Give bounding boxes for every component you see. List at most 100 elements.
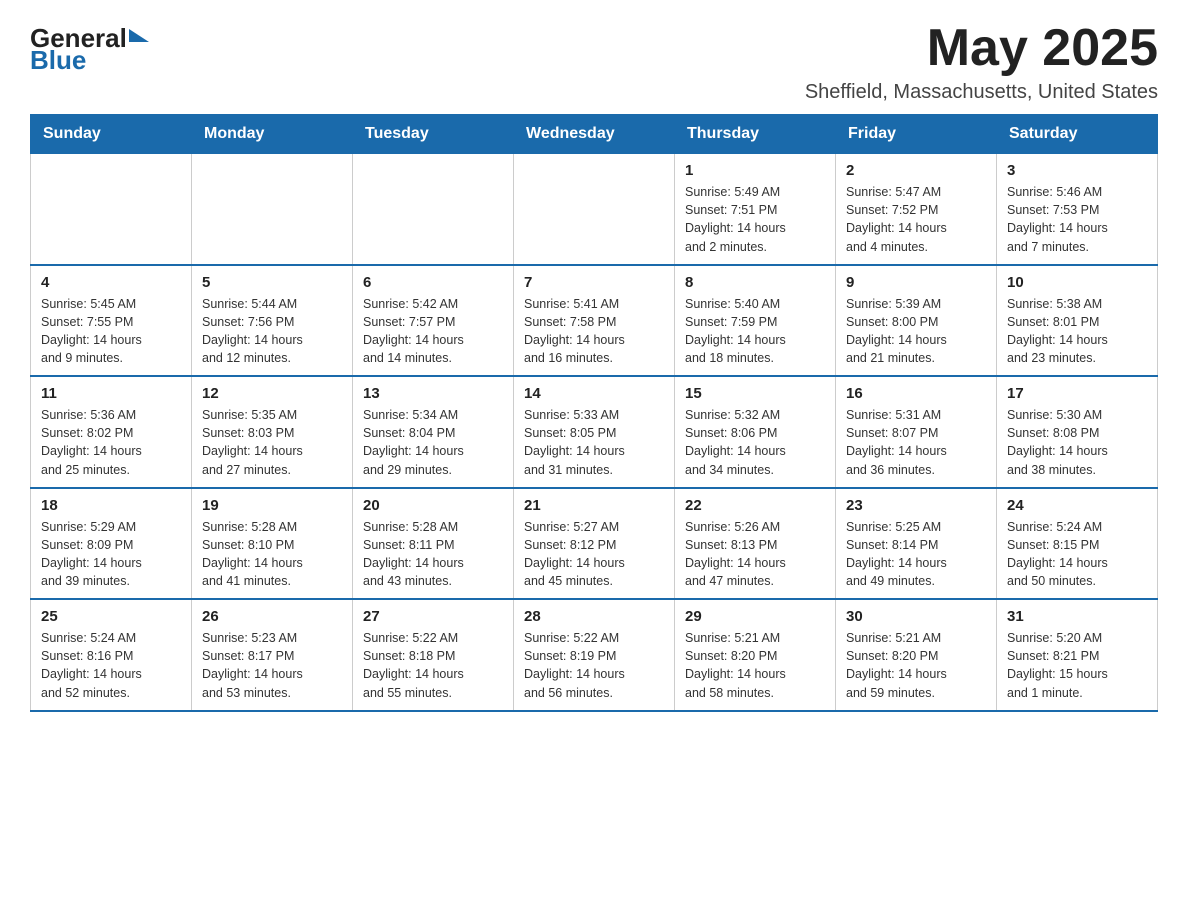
day-number: 30 (846, 608, 986, 625)
day-info: Sunrise: 5:49 AMSunset: 7:51 PMDaylight:… (685, 183, 825, 256)
calendar-week-3: 11 Sunrise: 5:36 AMSunset: 8:02 PMDayligh… (31, 376, 1158, 488)
calendar-day-27: 27 Sunrise: 5:22 AMSunset: 8:18 PMDayligh… (353, 599, 514, 711)
calendar-week-1: 1 Sunrise: 5:49 AMSunset: 7:51 PMDaylight… (31, 154, 1158, 265)
day-number: 11 (41, 385, 181, 402)
day-info: Sunrise: 5:41 AMSunset: 7:58 PMDaylight:… (524, 295, 664, 368)
day-number: 23 (846, 497, 986, 514)
page-header: General Blue May 2025 Sheffield, Massach… (30, 20, 1158, 104)
calendar-day-11: 11 Sunrise: 5:36 AMSunset: 8:02 PMDayligh… (31, 376, 192, 488)
calendar-day-28: 28 Sunrise: 5:22 AMSunset: 8:19 PMDayligh… (514, 599, 675, 711)
day-number: 15 (685, 385, 825, 402)
day-info: Sunrise: 5:35 AMSunset: 8:03 PMDaylight:… (202, 406, 342, 479)
day-info: Sunrise: 5:22 AMSunset: 8:19 PMDaylight:… (524, 629, 664, 702)
calendar-day-3: 3 Sunrise: 5:46 AMSunset: 7:53 PMDaylight… (997, 154, 1158, 265)
day-number: 13 (363, 385, 503, 402)
day-info: Sunrise: 5:45 AMSunset: 7:55 PMDaylight:… (41, 295, 181, 368)
weekday-header-thursday: Thursday (675, 115, 836, 154)
day-number: 19 (202, 497, 342, 514)
day-info: Sunrise: 5:39 AMSunset: 8:00 PMDaylight:… (846, 295, 986, 368)
calendar-day-4: 4 Sunrise: 5:45 AMSunset: 7:55 PMDaylight… (31, 265, 192, 377)
day-number: 28 (524, 608, 664, 625)
day-info: Sunrise: 5:23 AMSunset: 8:17 PMDaylight:… (202, 629, 342, 702)
weekday-header-friday: Friday (836, 115, 997, 154)
day-number: 2 (846, 162, 986, 179)
calendar-day-14: 14 Sunrise: 5:33 AMSunset: 8:05 PMDayligh… (514, 376, 675, 488)
day-number: 3 (1007, 162, 1147, 179)
day-number: 7 (524, 274, 664, 291)
weekday-header-row: SundayMondayTuesdayWednesdayThursdayFrid… (31, 115, 1158, 154)
day-number: 24 (1007, 497, 1147, 514)
calendar-day-6: 6Sunrise: 5:42 AMSunset: 7:57 PMDaylight… (353, 265, 514, 377)
calendar-day-17: 17Sunrise: 5:30 AMSunset: 8:08 PMDayligh… (997, 376, 1158, 488)
calendar-day-15: 15Sunrise: 5:32 AMSunset: 8:06 PMDayligh… (675, 376, 836, 488)
calendar-week-2: 4 Sunrise: 5:45 AMSunset: 7:55 PMDaylight… (31, 265, 1158, 377)
day-info: Sunrise: 5:38 AMSunset: 8:01 PMDaylight:… (1007, 295, 1147, 368)
calendar-day-22: 22 Sunrise: 5:26 AMSunset: 8:13 PMDayligh… (675, 488, 836, 600)
calendar-day-13: 13 Sunrise: 5:34 AMSunset: 8:04 PMDayligh… (353, 376, 514, 488)
day-number: 9 (846, 274, 986, 291)
calendar-day-20: 20Sunrise: 5:28 AMSunset: 8:11 PMDayligh… (353, 488, 514, 600)
day-number: 18 (41, 497, 181, 514)
day-info: Sunrise: 5:46 AMSunset: 7:53 PMDaylight:… (1007, 183, 1147, 256)
day-info: Sunrise: 5:21 AMSunset: 8:20 PMDaylight:… (685, 629, 825, 702)
calendar-day-23: 23 Sunrise: 5:25 AMSunset: 8:14 PMDayligh… (836, 488, 997, 600)
day-info: Sunrise: 5:22 AMSunset: 8:18 PMDaylight:… (363, 629, 503, 702)
calendar-day-29: 29 Sunrise: 5:21 AMSunset: 8:20 PMDayligh… (675, 599, 836, 711)
day-number: 29 (685, 608, 825, 625)
day-info: Sunrise: 5:31 AMSunset: 8:07 PMDaylight:… (846, 406, 986, 479)
logo: General Blue (30, 25, 149, 73)
logo-blue: Blue (30, 47, 149, 73)
day-info: Sunrise: 5:25 AMSunset: 8:14 PMDaylight:… (846, 518, 986, 591)
day-info: Sunrise: 5:34 AMSunset: 8:04 PMDaylight:… (363, 406, 503, 479)
title-block: May 2025 Sheffield, Massachusetts, Unite… (805, 20, 1158, 104)
day-info: Sunrise: 5:28 AMSunset: 8:11 PMDaylight:… (363, 518, 503, 591)
calendar-day-19: 19 Sunrise: 5:28 AMSunset: 8:10 PMDayligh… (192, 488, 353, 600)
location-title: Sheffield, Massachusetts, United States (805, 81, 1158, 104)
day-info: Sunrise: 5:24 AMSunset: 8:15 PMDaylight:… (1007, 518, 1147, 591)
weekday-header-tuesday: Tuesday (353, 115, 514, 154)
day-number: 1 (685, 162, 825, 179)
day-number: 22 (685, 497, 825, 514)
calendar-week-4: 18 Sunrise: 5:29 AMSunset: 8:09 PMDayligh… (31, 488, 1158, 600)
calendar-day-7: 7 Sunrise: 5:41 AMSunset: 7:58 PMDaylight… (514, 265, 675, 377)
day-number: 4 (41, 274, 181, 291)
day-number: 27 (363, 608, 503, 625)
day-number: 31 (1007, 608, 1147, 625)
calendar-empty-cell (192, 154, 353, 265)
day-info: Sunrise: 5:26 AMSunset: 8:13 PMDaylight:… (685, 518, 825, 591)
day-info: Sunrise: 5:21 AMSunset: 8:20 PMDaylight:… (846, 629, 986, 702)
day-info: Sunrise: 5:20 AMSunset: 8:21 PMDaylight:… (1007, 629, 1147, 702)
calendar-day-18: 18 Sunrise: 5:29 AMSunset: 8:09 PMDayligh… (31, 488, 192, 600)
weekday-header-sunday: Sunday (31, 115, 192, 154)
calendar-day-26: 26Sunrise: 5:23 AMSunset: 8:17 PMDayligh… (192, 599, 353, 711)
day-info: Sunrise: 5:44 AMSunset: 7:56 PMDaylight:… (202, 295, 342, 368)
day-number: 5 (202, 274, 342, 291)
calendar-day-30: 30 Sunrise: 5:21 AMSunset: 8:20 PMDayligh… (836, 599, 997, 711)
day-number: 25 (41, 608, 181, 625)
day-number: 6 (363, 274, 503, 291)
calendar-day-12: 12 Sunrise: 5:35 AMSunset: 8:03 PMDayligh… (192, 376, 353, 488)
day-info: Sunrise: 5:36 AMSunset: 8:02 PMDaylight:… (41, 406, 181, 479)
calendar-week-5: 25Sunrise: 5:24 AMSunset: 8:16 PMDayligh… (31, 599, 1158, 711)
logo-arrow-icon (129, 29, 149, 42)
day-info: Sunrise: 5:47 AMSunset: 7:52 PMDaylight:… (846, 183, 986, 256)
calendar-day-9: 9 Sunrise: 5:39 AMSunset: 8:00 PMDaylight… (836, 265, 997, 377)
calendar-empty-cell (514, 154, 675, 265)
calendar-day-24: 24 Sunrise: 5:24 AMSunset: 8:15 PMDayligh… (997, 488, 1158, 600)
day-info: Sunrise: 5:30 AMSunset: 8:08 PMDaylight:… (1007, 406, 1147, 479)
calendar-day-8: 8Sunrise: 5:40 AMSunset: 7:59 PMDaylight… (675, 265, 836, 377)
day-number: 14 (524, 385, 664, 402)
day-number: 12 (202, 385, 342, 402)
calendar-day-5: 5 Sunrise: 5:44 AMSunset: 7:56 PMDaylight… (192, 265, 353, 377)
day-info: Sunrise: 5:33 AMSunset: 8:05 PMDaylight:… (524, 406, 664, 479)
day-info: Sunrise: 5:27 AMSunset: 8:12 PMDaylight:… (524, 518, 664, 591)
weekday-header-saturday: Saturday (997, 115, 1158, 154)
calendar-empty-cell (31, 154, 192, 265)
day-number: 21 (524, 497, 664, 514)
day-info: Sunrise: 5:29 AMSunset: 8:09 PMDaylight:… (41, 518, 181, 591)
day-number: 8 (685, 274, 825, 291)
calendar-day-25: 25Sunrise: 5:24 AMSunset: 8:16 PMDayligh… (31, 599, 192, 711)
day-info: Sunrise: 5:28 AMSunset: 8:10 PMDaylight:… (202, 518, 342, 591)
calendar-table: SundayMondayTuesdayWednesdayThursdayFrid… (30, 114, 1158, 712)
day-number: 10 (1007, 274, 1147, 291)
